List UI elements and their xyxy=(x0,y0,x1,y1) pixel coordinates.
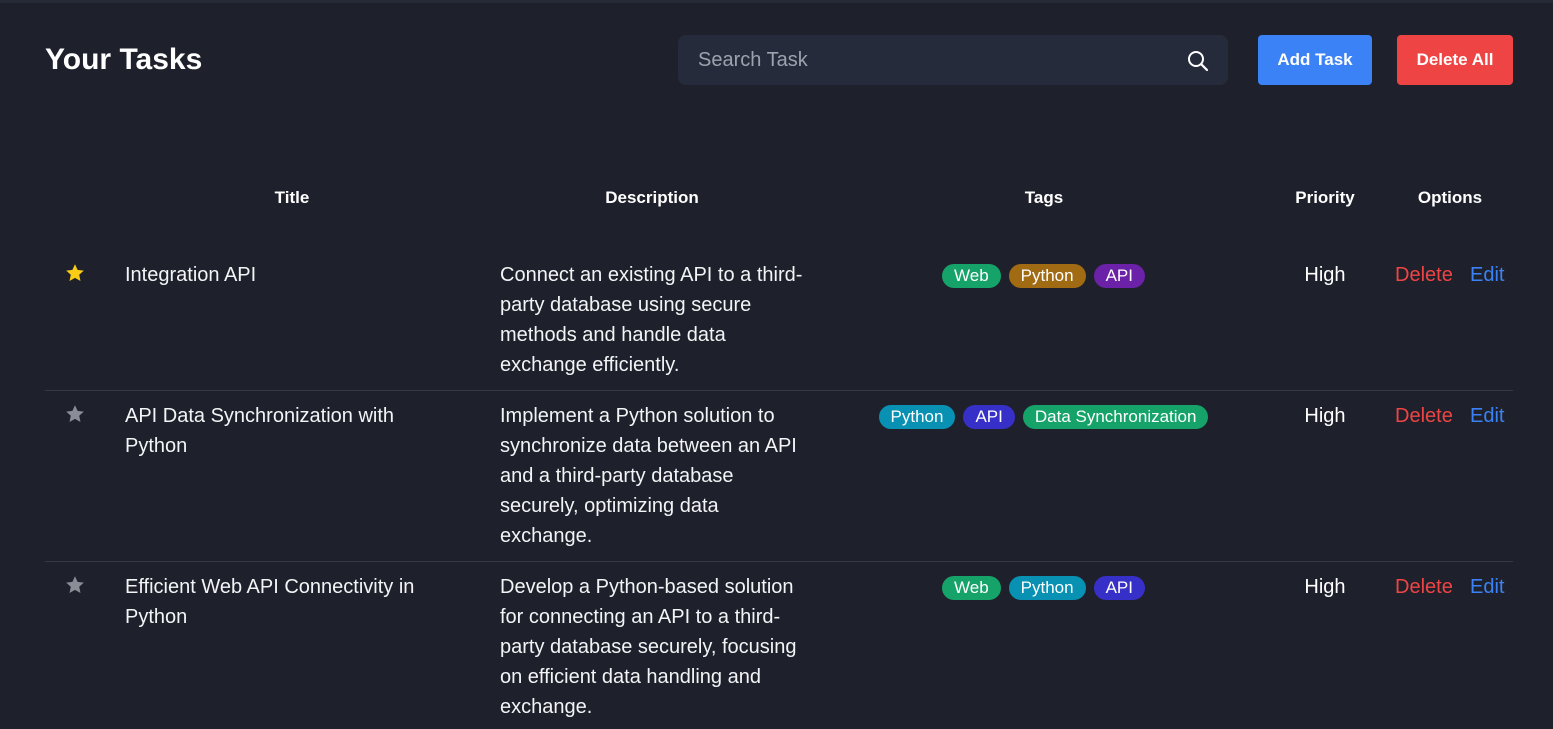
task-priority: High xyxy=(1304,576,1346,598)
tag-badge: Python xyxy=(1008,576,1086,600)
star-icon[interactable] xyxy=(65,575,85,595)
column-header-title: Title xyxy=(274,188,310,207)
column-header-tags: Tags xyxy=(1024,188,1064,207)
delete-all-button[interactable]: Delete All xyxy=(1397,35,1513,85)
row-divider xyxy=(45,390,1513,391)
top-border xyxy=(0,0,1553,3)
tag-badge: Data Synchronization xyxy=(1022,405,1209,429)
task-tags: Web Python API xyxy=(850,576,1237,600)
task-description: Connect an existing API to a third-party… xyxy=(500,264,803,376)
tag-badge: API xyxy=(1093,576,1145,600)
task-title: API Data Synchronization with Python xyxy=(125,405,395,457)
page-title: Your Tasks xyxy=(45,43,203,76)
edit-task-link[interactable]: Edit xyxy=(1470,401,1504,431)
tag-badge: Web xyxy=(942,576,1001,600)
add-task-button[interactable]: Add Task xyxy=(1258,35,1372,85)
task-title: Efficient Web API Connectivity in Python xyxy=(125,576,415,628)
tag-badge: API xyxy=(963,405,1015,429)
row-divider xyxy=(45,561,1513,562)
task-tags: Web Python API xyxy=(850,264,1237,288)
task-description: Develop a Python-based solution for conn… xyxy=(500,576,797,718)
tag-badge: Python xyxy=(1008,264,1086,288)
tag-badge: API xyxy=(1093,264,1145,288)
task-priority: High xyxy=(1304,405,1346,427)
search-input[interactable] xyxy=(678,35,1178,85)
column-header-priority: Priority xyxy=(1295,188,1355,207)
search-icon[interactable] xyxy=(1186,49,1210,73)
delete-task-link[interactable]: Delete xyxy=(1395,401,1453,431)
tag-badge: Python xyxy=(878,405,956,429)
delete-task-link[interactable]: Delete xyxy=(1395,260,1453,290)
task-tags: Python API Data Synchronization xyxy=(850,405,1237,429)
column-header-description: Description xyxy=(605,188,699,207)
edit-task-link[interactable]: Edit xyxy=(1470,572,1504,602)
task-priority: High xyxy=(1304,264,1346,286)
edit-task-link[interactable]: Edit xyxy=(1470,260,1504,290)
star-icon[interactable] xyxy=(65,263,85,283)
column-header-options: Options xyxy=(1417,188,1483,207)
star-icon[interactable] xyxy=(65,404,85,424)
search-box[interactable] xyxy=(678,35,1228,85)
task-title: Integration API xyxy=(125,264,257,286)
delete-task-link[interactable]: Delete xyxy=(1395,572,1453,602)
tag-badge: Web xyxy=(942,264,1001,288)
task-description: Implement a Python solution to synchroni… xyxy=(500,405,797,547)
